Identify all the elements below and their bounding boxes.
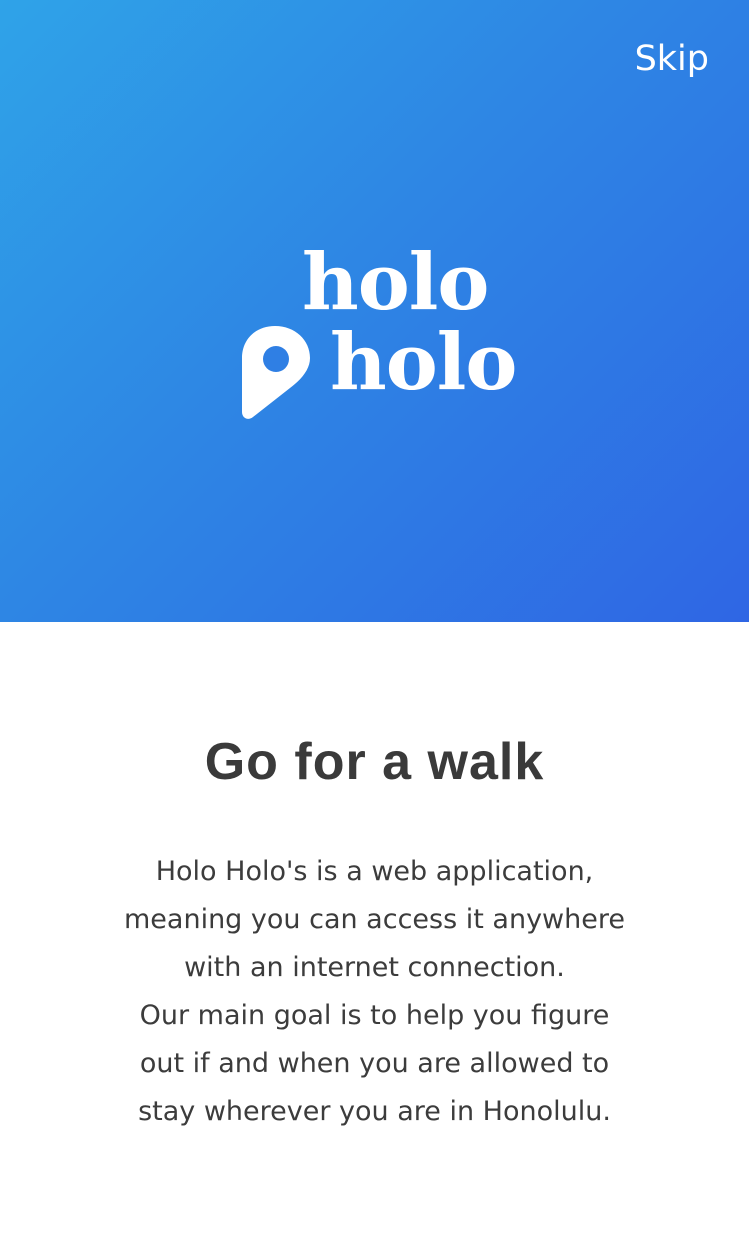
logo-text-line1: holo — [302, 237, 489, 328]
app-logo: holo holo — [236, 238, 526, 428]
hero-banner: Skip holo holo — [0, 0, 749, 622]
description-line: stay wherever you are in Honolulu. — [138, 1096, 611, 1127]
map-pin-icon — [242, 326, 310, 419]
page-title: Go for a walk — [204, 733, 545, 791]
description-line: meaning you can access it anywhere — [124, 904, 625, 935]
description-line: Our main goal is to help you figure — [139, 1000, 610, 1031]
onboarding-content: Go for a walk Holo Holo's is a web appli… — [0, 622, 749, 1242]
description: Holo Holo's is a web application, meanin… — [60, 848, 689, 1136]
description-line: Holo Holo's is a web application, — [155, 856, 594, 887]
skip-button[interactable]: Skip — [635, 38, 709, 80]
logo-text-line2: holo — [330, 317, 517, 408]
description-line: with an internet connection. — [184, 952, 565, 983]
description-line: out if and when you are allowed to — [139, 1048, 610, 1079]
